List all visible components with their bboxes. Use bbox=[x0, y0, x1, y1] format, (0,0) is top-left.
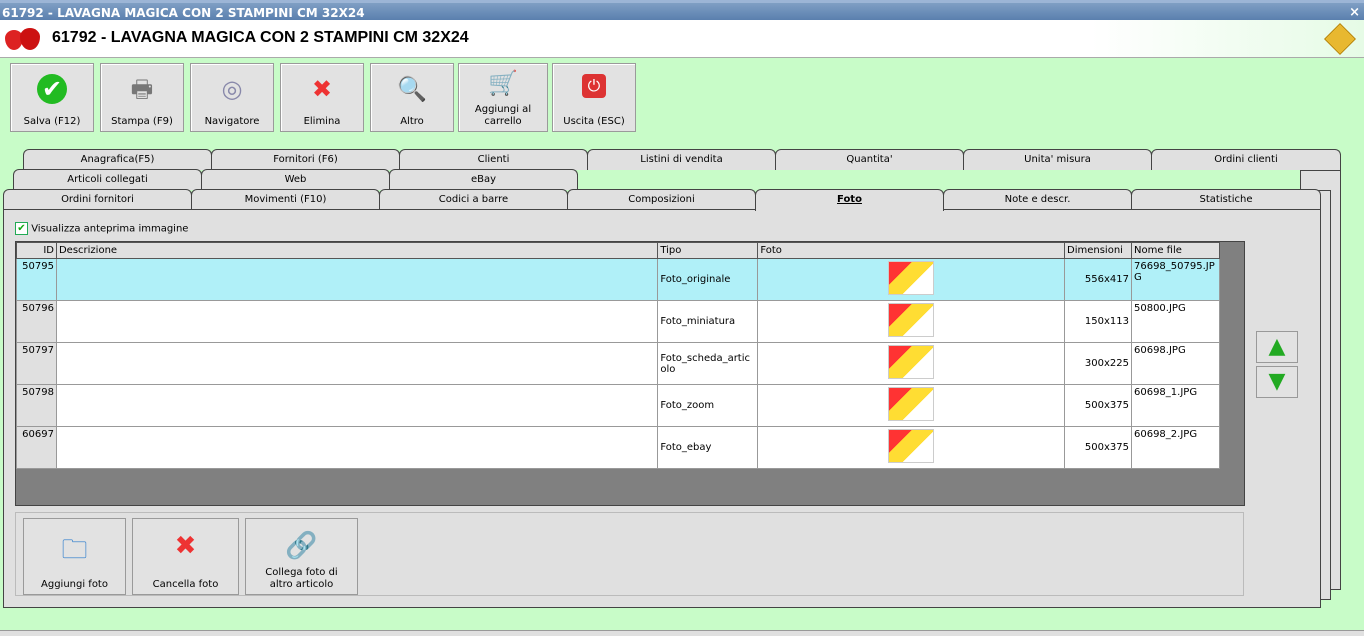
tab-listini-vendita[interactable]: Listini di vendita bbox=[587, 149, 776, 170]
tab-anagrafica[interactable]: Anagrafica(F5) bbox=[23, 149, 212, 170]
strawberry-logo-icon bbox=[5, 26, 41, 50]
window-titlebar: 61792 - LAVAGNA MAGICA CON 2 STAMPINI CM… bbox=[0, 0, 1364, 20]
tab-clienti[interactable]: Clienti bbox=[399, 149, 588, 170]
window-title: 61792 - LAVAGNA MAGICA CON 2 STAMPINI CM… bbox=[2, 6, 365, 20]
tab-unita-misura[interactable]: Unita' misura bbox=[963, 149, 1152, 170]
add-photo-button[interactable]: 🗀 Aggiungi foto bbox=[23, 518, 126, 595]
photo-thumbnail[interactable] bbox=[888, 429, 935, 463]
header: 61792 - LAVAGNA MAGICA CON 2 STAMPINI CM… bbox=[0, 20, 1364, 58]
tab-codici-barre[interactable]: Codici a barre bbox=[379, 189, 568, 210]
table-row[interactable]: 50798 Foto_zoom 500x375 60698_1.JPG bbox=[16, 384, 1221, 427]
delete-photo-button[interactable]: ✖ Cancella foto bbox=[132, 518, 239, 595]
tab-quantita[interactable]: Quantita' bbox=[775, 149, 964, 170]
book-search-icon: 🔍 bbox=[397, 75, 427, 103]
printer-icon: 🖶 bbox=[130, 75, 154, 103]
delete-x-icon: ✖ bbox=[174, 531, 197, 561]
add-to-cart-button[interactable]: 🛒 Aggiungi al carrello bbox=[458, 63, 548, 132]
tab-foto[interactable]: Foto bbox=[755, 189, 944, 211]
exit-button[interactable]: ⏻ Uscita (ESC) bbox=[552, 63, 636, 132]
move-up-button[interactable]: ▲ bbox=[1256, 331, 1298, 363]
power-icon: ⏻ bbox=[582, 74, 606, 98]
col-dimensioni[interactable]: Dimensioni bbox=[1064, 242, 1132, 259]
photo-thumbnail[interactable] bbox=[888, 387, 935, 421]
table-row[interactable]: 60697 Foto_ebay 500x375 60698_2.JPG bbox=[16, 426, 1221, 469]
preview-checkbox-label: Visualizza anteprima immagine bbox=[31, 223, 189, 235]
col-foto[interactable]: Foto bbox=[757, 242, 1065, 259]
move-down-button[interactable]: ▼ bbox=[1256, 366, 1298, 398]
tab-statistiche[interactable]: Statistiche bbox=[1131, 189, 1321, 210]
other-button[interactable]: 🔍 Altro bbox=[370, 63, 454, 132]
grid-header: ID Descrizione Tipo Foto Dimensioni Nome… bbox=[16, 242, 1221, 259]
tab-ebay[interactable]: eBay bbox=[389, 169, 578, 190]
navigator-button[interactable]: ◎ Navigatore bbox=[190, 63, 274, 132]
page-title: 61792 - LAVAGNA MAGICA CON 2 STAMPINI CM… bbox=[52, 29, 469, 46]
col-descrizione[interactable]: Descrizione bbox=[55, 242, 659, 259]
table-row[interactable]: 50797 Foto_scheda_articolo 300x225 60698.JP… bbox=[16, 342, 1221, 385]
tab-ordini-fornitori[interactable]: Ordini fornitori bbox=[3, 189, 192, 210]
arrow-up-icon: ▲ bbox=[1268, 334, 1286, 359]
print-button[interactable]: 🖶 Stampa (F9) bbox=[100, 63, 184, 132]
table-row[interactable]: 50796 Foto_miniatura 150x113 50800.JPG bbox=[16, 300, 1221, 343]
save-button[interactable]: ✔ Salva (F12) bbox=[10, 63, 94, 132]
col-tipo[interactable]: Tipo bbox=[657, 242, 759, 259]
checkbox-checked-icon[interactable]: ✔ bbox=[15, 222, 28, 235]
tab-movimenti[interactable]: Movimenti (F10) bbox=[191, 189, 380, 210]
col-id[interactable]: ID bbox=[16, 242, 57, 259]
photo-grid: ID Descrizione Tipo Foto Dimensioni Nome… bbox=[15, 241, 1245, 506]
photo-thumbnail[interactable] bbox=[888, 345, 935, 379]
link-add-icon: 🔗 bbox=[285, 531, 318, 561]
status-bar bbox=[0, 630, 1364, 636]
boxes-icon bbox=[1324, 23, 1356, 55]
table-row[interactable]: 50795 Foto_originale 556x417 76698_50795.JP… bbox=[16, 258, 1221, 301]
tab-ordini-clienti[interactable]: Ordini clienti bbox=[1151, 149, 1341, 170]
photo-thumbnail[interactable] bbox=[888, 261, 935, 295]
tab-composizioni[interactable]: Composizioni bbox=[567, 189, 756, 210]
tab-fornitori[interactable]: Fornitori (F6) bbox=[211, 149, 400, 170]
tab-web[interactable]: Web bbox=[201, 169, 390, 190]
photo-thumbnail[interactable] bbox=[888, 303, 935, 337]
link-photo-button[interactable]: 🔗 Collega foto di altro articolo bbox=[245, 518, 358, 595]
tab-note-descr[interactable]: Note e descr. bbox=[943, 189, 1132, 210]
compass-icon: ◎ bbox=[221, 75, 243, 103]
check-icon: ✔ bbox=[37, 74, 67, 104]
add-photo-icon: 🗀 bbox=[61, 535, 88, 565]
arrow-down-icon: ▼ bbox=[1268, 369, 1286, 394]
tab-articoli-collegati[interactable]: Articoli collegati bbox=[13, 169, 202, 190]
col-nome-file[interactable]: Nome file bbox=[1130, 242, 1221, 259]
preview-checkbox[interactable]: ✔ Visualizza anteprima immagine bbox=[15, 222, 188, 235]
delete-x-icon: ✖ bbox=[311, 75, 333, 103]
cart-icon: 🛒 bbox=[488, 69, 518, 97]
delete-button[interactable]: ✖ Elimina bbox=[280, 63, 364, 132]
